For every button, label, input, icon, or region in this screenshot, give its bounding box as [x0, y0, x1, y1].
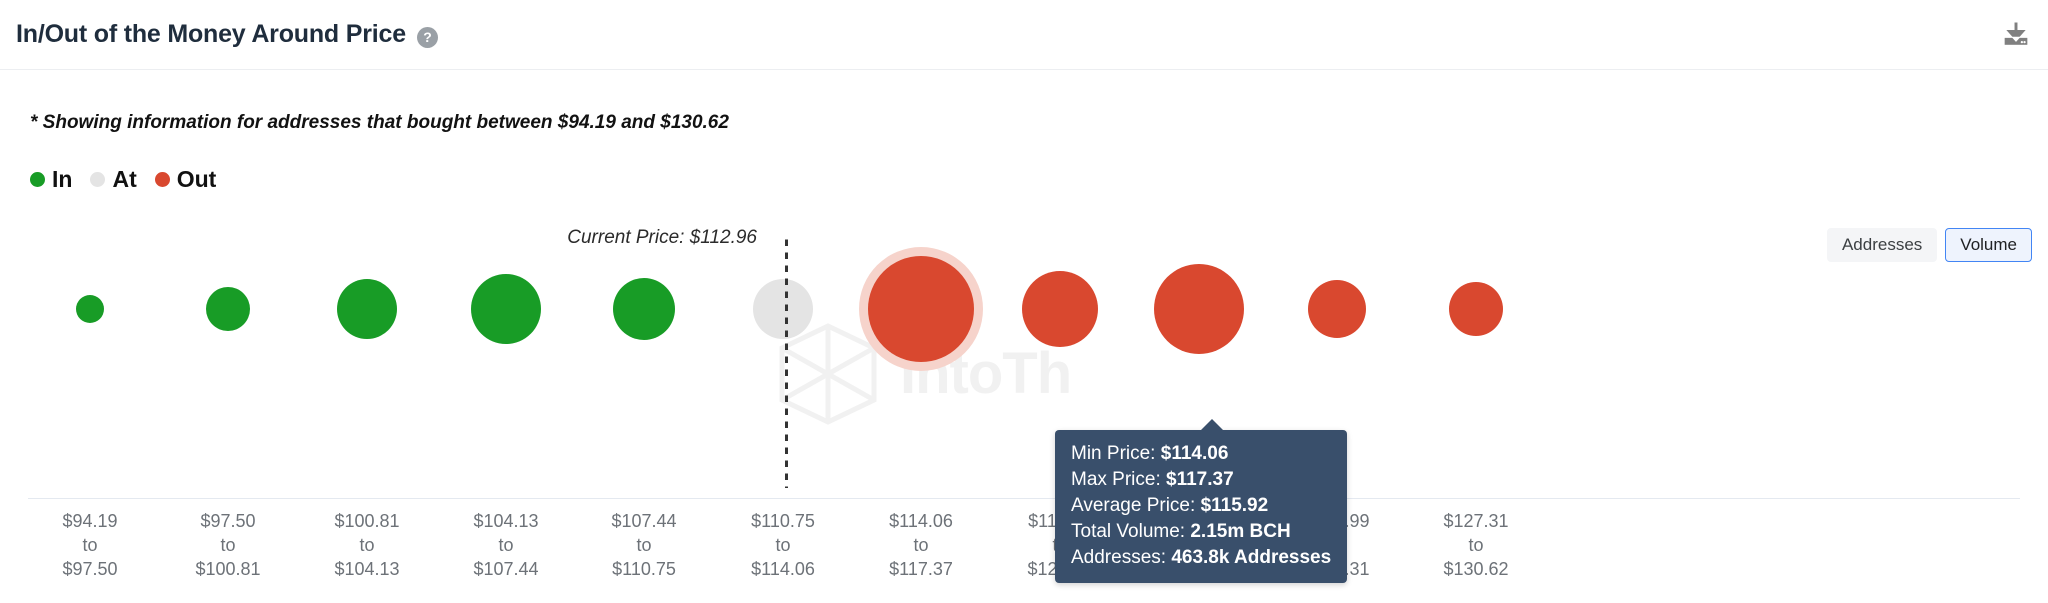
- x-tick-min: $97.50: [200, 511, 256, 531]
- legend-label-out: Out: [176, 166, 217, 192]
- x-tick-separator: to: [498, 534, 514, 555]
- x-tick-min: $114.06: [889, 511, 953, 531]
- x-tick-max: $117.37: [889, 558, 953, 579]
- x-tick-max: $100.81: [195, 558, 261, 579]
- x-tick-separator: to: [636, 534, 652, 555]
- bubble-in-2[interactable]: [337, 279, 397, 339]
- card-header: In/Out of the Money Around Price ?: [0, 0, 2048, 70]
- legend-dot-out-icon: [154, 172, 170, 187]
- x-tick-separator: to: [82, 534, 98, 555]
- legend-item-at[interactable]: At: [90, 166, 137, 192]
- x-tick-max: $110.75: [612, 558, 676, 579]
- x-axis-tick-label: $107.44 to $110.75: [611, 510, 676, 581]
- x-tick-max: $130.62: [1443, 558, 1509, 579]
- tooltip-row-value: 2.15m BCH: [1190, 521, 1291, 543]
- tooltip-row: Addresses: 463.8k Addresses: [1071, 545, 1331, 571]
- tooltip-row-value: $115.92: [1200, 495, 1269, 517]
- x-tick-max: $114.06: [751, 558, 815, 579]
- bubble-at-5[interactable]: [753, 279, 813, 339]
- x-tick-min: $110.75: [751, 511, 815, 531]
- tooltip-row-value: $114.06: [1160, 443, 1229, 464]
- tooltip-row-key: Total Volume:: [1071, 521, 1191, 543]
- x-tick-min: $94.19: [62, 511, 118, 531]
- x-tick-separator: to: [913, 534, 929, 555]
- x-tick-min: $100.81: [334, 511, 400, 531]
- tooltip-arrow: [1200, 419, 1224, 431]
- legend-label-at: At: [112, 166, 137, 192]
- x-tick-separator: to: [1468, 534, 1484, 555]
- in-out-money-chart-card: In/Out of the Money Around Price ? * Sho…: [0, 0, 2048, 603]
- x-axis-tick-label: $104.13 to $107.44: [473, 510, 538, 581]
- tooltip-row: Max Price: $117.37: [1071, 467, 1331, 493]
- x-axis-tick-label: $100.81 to $104.13: [334, 510, 399, 581]
- legend-item-out[interactable]: Out: [154, 166, 217, 192]
- tooltip-row-value: 463.8k Addresses: [1171, 547, 1332, 569]
- tooltip-rows: Min Price: $114.06 Max Price: $117.37 Aver…: [1071, 441, 1331, 571]
- x-tick-separator: to: [359, 534, 375, 555]
- x-tick-separator: to: [775, 534, 791, 555]
- download-icon[interactable]: [1998, 20, 2034, 52]
- legend-dot-in-icon: [30, 172, 45, 187]
- bubble-out-6[interactable]: [868, 256, 974, 362]
- x-tick-max: $104.13: [334, 558, 400, 579]
- x-axis-tick-label: $127.31 to $130.62: [1443, 510, 1508, 581]
- tooltip-row: Min Price: $114.06: [1071, 441, 1331, 467]
- bubble-out-8[interactable]: [1154, 264, 1244, 354]
- tooltip-row-key: Min Price:: [1071, 443, 1161, 464]
- tooltip-row-key: Addresses:: [1071, 547, 1172, 569]
- current-price-label: Current Price: $112.96: [567, 227, 757, 248]
- tooltip-row-key: Max Price:: [1071, 469, 1167, 491]
- bubble-out-10[interactable]: [1449, 282, 1503, 336]
- bubble-out-9[interactable]: [1308, 280, 1366, 338]
- bubble-out-7[interactable]: [1022, 271, 1098, 347]
- tooltip-row-value: $117.37: [1166, 469, 1234, 491]
- chart-legend: In At Out: [30, 168, 216, 191]
- legend-item-in[interactable]: In: [30, 168, 72, 191]
- x-tick-min: $127.31: [1443, 511, 1509, 531]
- tooltip-row-key: Average Price:: [1071, 495, 1201, 517]
- legend-label-in: In: [52, 166, 73, 192]
- x-tick-max: $97.50: [62, 558, 118, 579]
- toggle-volume-button[interactable]: Volume: [1945, 228, 2032, 262]
- plot-area: IntoTh Current Price: $112.96 $94.19 to $9…: [0, 227, 2048, 603]
- bubble-in-1[interactable]: [206, 287, 250, 331]
- bubble-tooltip: Min Price: $114.06 Max Price: $117.37 Aver…: [1055, 419, 1348, 584]
- x-tick-min: $107.44: [611, 511, 677, 531]
- current-price-line: [785, 238, 788, 488]
- x-axis-tick-label: $97.50 to $100.81: [195, 510, 260, 581]
- chart-subtitle: * Showing information for addresses that…: [30, 112, 729, 133]
- x-tick-separator: to: [220, 534, 236, 555]
- legend-dot-at-icon: [90, 172, 106, 187]
- x-tick-max: $107.44: [473, 558, 539, 579]
- x-axis-labels: $94.19 to $97.50 $97.50 to $100.81 $100.81 to $1…: [0, 510, 2048, 600]
- x-axis-tick-label: $114.06 to $117.37: [889, 510, 953, 581]
- toggle-addresses-button[interactable]: Addresses: [1826, 228, 1938, 262]
- bubble-in-0[interactable]: [76, 295, 104, 323]
- help-icon[interactable]: ?: [417, 27, 438, 48]
- tooltip-row: Total Volume: 2.15m BCH: [1071, 519, 1331, 545]
- metric-toggle-group: Addresses Volume: [1826, 228, 2032, 262]
- x-axis-line: [28, 498, 2020, 499]
- bubble-in-3[interactable]: [471, 274, 541, 344]
- tooltip-row: Average Price: $115.92: [1071, 493, 1331, 519]
- x-axis-tick-label: $110.75 to $114.06: [751, 510, 815, 581]
- x-axis-tick-label: $94.19 to $97.50: [62, 510, 117, 581]
- page-title: In/Out of the Money Around Price: [16, 20, 406, 48]
- bubble-in-4[interactable]: [613, 278, 675, 340]
- x-tick-min: $104.13: [473, 511, 539, 531]
